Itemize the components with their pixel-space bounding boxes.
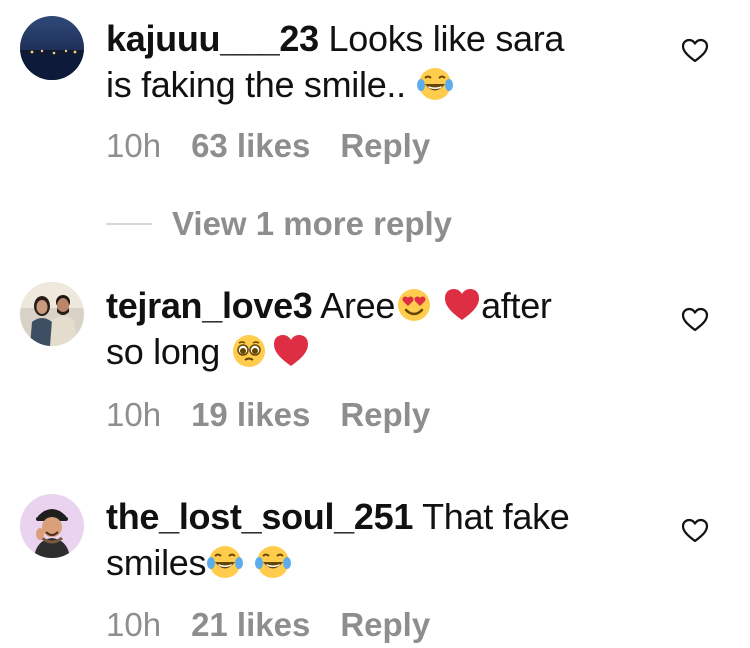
- comment-likes[interactable]: 19 likes: [191, 396, 310, 433]
- comment-text-line: is faking the smile..: [106, 64, 416, 105]
- view-more-label: View 1 more reply: [172, 205, 453, 242]
- laughing-tears-emoji-icon: [254, 543, 292, 581]
- comment-meta: 10h 63 likes Reply: [106, 126, 460, 166]
- comment-likes[interactable]: 63 likes: [191, 127, 310, 164]
- view-more-replies-button[interactable]: View 1 more reply: [106, 204, 452, 244]
- avatar[interactable]: [20, 282, 84, 346]
- laughing-tears-emoji-icon: [416, 65, 454, 103]
- red-heart-emoji-icon: [443, 286, 481, 324]
- heart-eyes-emoji-icon: [395, 286, 433, 324]
- avatar[interactable]: [20, 494, 84, 558]
- comment-text: the_lost_soul_251 That fake smiles: [106, 494, 666, 586]
- like-heart-icon[interactable]: [681, 38, 709, 64]
- comment-time: 10h: [106, 606, 162, 643]
- comment-username[interactable]: tejran_love3: [106, 285, 313, 326]
- comment-text-line: Aree: [320, 285, 396, 326]
- comment-meta: 10h 21 likes Reply: [106, 605, 460, 645]
- comment-likes[interactable]: 21 likes: [191, 606, 310, 643]
- comment-text-line: smiles: [106, 542, 207, 583]
- comment-time: 10h: [106, 127, 162, 164]
- reply-button[interactable]: Reply: [340, 606, 430, 643]
- laughing-tears-emoji-icon: [206, 543, 244, 581]
- comment-meta: 10h 19 likes Reply: [106, 395, 460, 435]
- pleading-face-emoji-icon: [230, 332, 268, 370]
- comment-text-line: That fake: [422, 496, 570, 537]
- reply-button[interactable]: Reply: [340, 396, 430, 433]
- comment-text-line: Looks like sara: [328, 18, 565, 59]
- comment-text: kajuuu___23 Looks like sara is faking th…: [106, 16, 666, 108]
- red-heart-emoji-icon: [272, 332, 310, 370]
- avatar[interactable]: [20, 16, 84, 80]
- divider-line: [106, 223, 152, 225]
- comment-text: tejran_love3 Aree after so long: [106, 283, 666, 375]
- like-heart-icon[interactable]: [681, 307, 709, 333]
- like-heart-icon[interactable]: [681, 518, 709, 544]
- comment-time: 10h: [106, 396, 162, 433]
- comment-username[interactable]: the_lost_soul_251: [106, 496, 413, 537]
- comment-text-line: after: [481, 285, 552, 326]
- reply-button[interactable]: Reply: [340, 127, 430, 164]
- comment-text-line: so long: [106, 331, 220, 372]
- comment-username[interactable]: kajuuu___23: [106, 18, 319, 59]
